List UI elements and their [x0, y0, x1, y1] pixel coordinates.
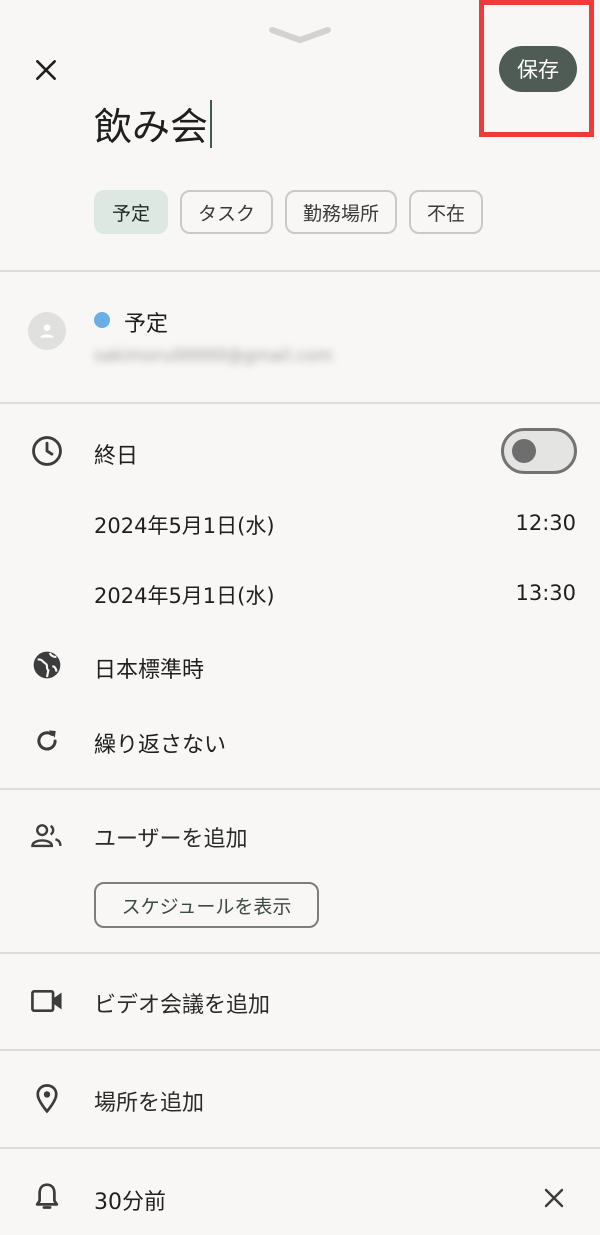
person-icon — [40, 324, 54, 338]
chip-working-location[interactable]: 勤務場所 — [285, 190, 398, 234]
video-camera-icon — [26, 980, 68, 1022]
repeat-setting[interactable]: 繰り返さない — [94, 727, 226, 759]
chip-task[interactable]: タスク — [180, 190, 274, 234]
save-button[interactable]: 保存 — [499, 46, 577, 92]
close-icon — [544, 1188, 564, 1208]
bell-icon — [26, 1176, 68, 1218]
end-date[interactable]: 2024年5月1日(水) — [94, 580, 275, 610]
event-type-chips: 予定 タスク 勤務場所 不在 — [94, 190, 484, 234]
start-time[interactable]: 12:30 — [515, 511, 576, 535]
add-location[interactable]: 場所を追加 — [94, 1085, 204, 1117]
chip-event[interactable]: 予定 — [94, 190, 169, 234]
text-caret — [210, 100, 213, 148]
close-icon — [36, 60, 56, 80]
all-day-label: 終日 — [94, 444, 139, 469]
sheet-handle-chevron-icon[interactable] — [268, 24, 332, 46]
people-icon — [26, 814, 68, 856]
add-guests[interactable]: ユーザーを追加 — [94, 821, 248, 853]
toggle-knob — [512, 439, 536, 463]
end-time[interactable]: 13:30 — [515, 581, 576, 605]
repeat-icon — [26, 720, 68, 762]
view-schedule-button[interactable]: スケジュールを表示 — [94, 882, 319, 928]
location-pin-icon — [26, 1078, 68, 1120]
start-date[interactable]: 2024年5月1日(水) — [94, 510, 275, 540]
divider — [0, 788, 600, 790]
event-title-text: 飲み会 — [94, 105, 209, 149]
divider — [0, 952, 600, 954]
chip-out-of-office[interactable]: 不在 — [409, 190, 484, 234]
calendar-name[interactable]: 予定 — [124, 306, 168, 338]
timezone[interactable]: 日本標準時 — [94, 652, 204, 684]
divider — [0, 1147, 600, 1149]
divider — [0, 402, 600, 404]
event-title-input[interactable]: 飲み会 — [94, 100, 213, 153]
account-avatar[interactable] — [28, 312, 66, 350]
remove-notification-button[interactable] — [536, 1180, 572, 1216]
clock-icon — [26, 430, 68, 472]
account-email: sakimoru00000@gmail.com — [94, 346, 333, 366]
divider — [0, 1049, 600, 1051]
add-video-conference[interactable]: ビデオ会議を追加 — [94, 987, 270, 1019]
notification-time[interactable]: 30分前 — [94, 1184, 166, 1216]
globe-icon — [26, 644, 68, 686]
calendar-color-dot — [94, 312, 110, 328]
divider — [0, 270, 600, 272]
all-day-toggle[interactable] — [501, 428, 577, 474]
close-button[interactable] — [28, 52, 64, 88]
